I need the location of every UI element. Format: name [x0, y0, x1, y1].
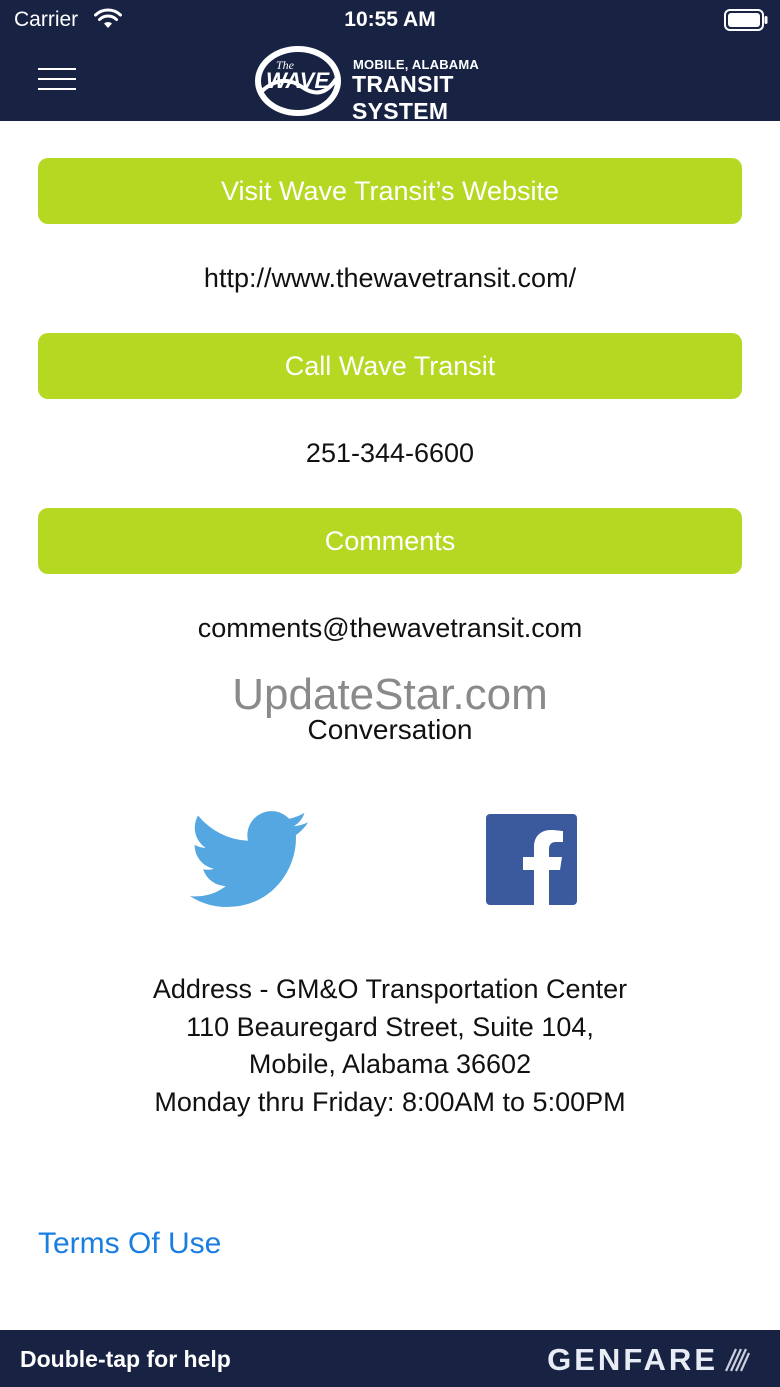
genfare-brand-text: GENFARE: [547, 1342, 718, 1377]
logo-title: TRANSIT SYSTEM: [352, 71, 454, 124]
facebook-icon[interactable]: [486, 814, 577, 905]
address-line: Address - GM&O Transportation Center: [152, 974, 628, 1004]
status-time: 10:55 AM: [344, 8, 436, 31]
conversation-heading: Conversation: [307, 714, 473, 745]
nav-bar: The WAVE MOBILE, ALABAMA TRANSIT SYSTEM: [0, 40, 780, 124]
battery-icon: [724, 9, 768, 31]
visit-website-button[interactable]: Visit Wave Transit’s Website: [38, 158, 742, 224]
hamburger-menu-icon[interactable]: [38, 66, 76, 94]
watermark: UpdateStar.com: [232, 670, 548, 719]
genfare-mark-icon: [724, 1348, 750, 1372]
wave-badge-icon: The WAVE: [255, 46, 341, 116]
footer-bar: Double-tap for help GENFARE: [0, 1330, 780, 1387]
comments-email[interactable]: comments@thewavetransit.com: [0, 613, 780, 644]
website-url[interactable]: http://www.thewavetransit.com/: [0, 263, 780, 294]
genfare-logo: GENFARE: [547, 1342, 750, 1378]
help-hint: Double-tap for help: [20, 1346, 231, 1372]
logo-badge-main: WAVE: [266, 68, 330, 93]
status-bar: Carrier 10:55 AM: [0, 0, 780, 40]
call-transit-button[interactable]: Call Wave Transit: [38, 333, 742, 399]
twitter-icon[interactable]: [190, 799, 308, 919]
main-content: Visit Wave Transit’s Website http://www.…: [0, 121, 780, 1330]
address-line: 110 Beauregard Street, Suite 104,: [186, 1011, 594, 1042]
business-hours: Monday thru Friday: 8:00AM to 5:00PM: [154, 1086, 626, 1117]
address-block: Address - GM&O Transportation Center 110…: [0, 971, 780, 1121]
wave-transit-logo: The WAVE MOBILE, ALABAMA TRANSIT SYSTEM: [252, 43, 532, 124]
logo-subtitle: MOBILE, ALABAMA: [353, 57, 480, 72]
comments-button[interactable]: Comments: [38, 508, 742, 574]
terms-of-use-link[interactable]: Terms Of Use: [38, 1227, 221, 1261]
phone-number[interactable]: 251-344-6600: [0, 438, 780, 469]
address-line: Mobile, Alabama 36602: [248, 1049, 532, 1080]
